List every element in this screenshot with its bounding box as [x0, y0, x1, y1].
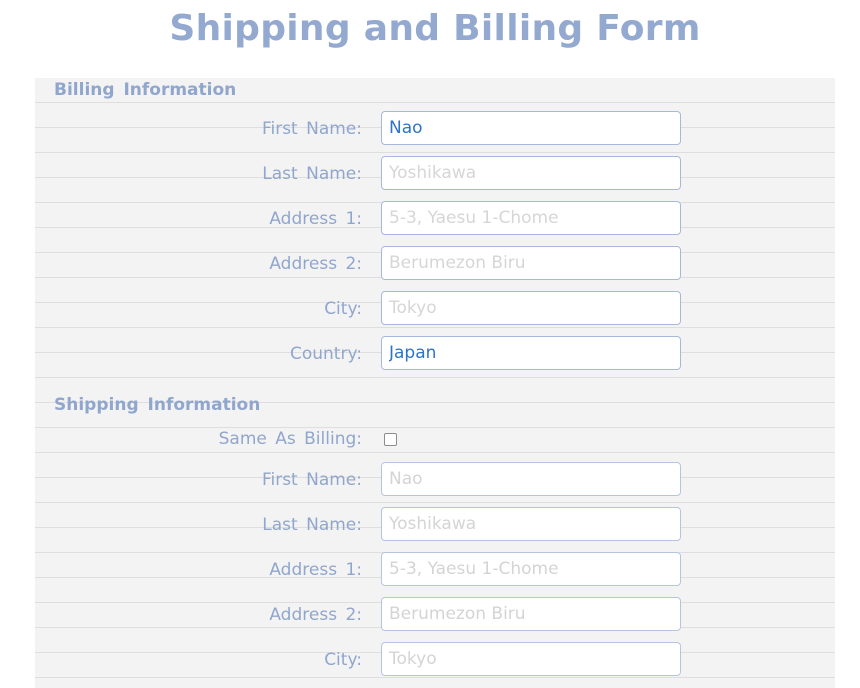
billing-address2-label: Address 2:: [269, 254, 362, 274]
shipping-city-label: City:: [324, 650, 362, 670]
billing-section-title: Billing Information: [54, 80, 237, 100]
billing-last-name-input[interactable]: [381, 156, 681, 190]
billing-first-name-label: First Name:: [261, 119, 362, 139]
shipping-address1-label: Address 1:: [269, 560, 362, 580]
shipping-first-name-label: First Name:: [261, 470, 362, 490]
shipping-address2-label: Address 2:: [269, 605, 362, 625]
shipping-address1-input[interactable]: [381, 552, 681, 586]
same-as-billing-label: Same As Billing:: [218, 429, 362, 449]
billing-last-name-label: Last Name:: [262, 164, 362, 184]
shipping-last-name-label: Last Name:: [262, 515, 362, 535]
billing-city-input[interactable]: [381, 291, 681, 325]
shipping-first-name-input[interactable]: [381, 462, 681, 496]
same-as-billing-checkbox[interactable]: [384, 433, 397, 446]
billing-address1-label: Address 1:: [269, 209, 362, 229]
billing-country-input[interactable]: [381, 336, 681, 370]
shipping-last-name-input[interactable]: [381, 507, 681, 541]
billing-city-label: City:: [324, 299, 362, 319]
billing-address1-input[interactable]: [381, 201, 681, 235]
billing-address2-input[interactable]: [381, 246, 681, 280]
shipping-section-title: Shipping Information: [54, 395, 261, 415]
billing-country-label: Country:: [289, 344, 362, 364]
billing-first-name-input[interactable]: [381, 111, 681, 145]
page-title: Shipping and Billing Form: [169, 8, 701, 49]
shipping-address2-input[interactable]: [381, 597, 681, 631]
shipping-city-input[interactable]: [381, 642, 681, 676]
